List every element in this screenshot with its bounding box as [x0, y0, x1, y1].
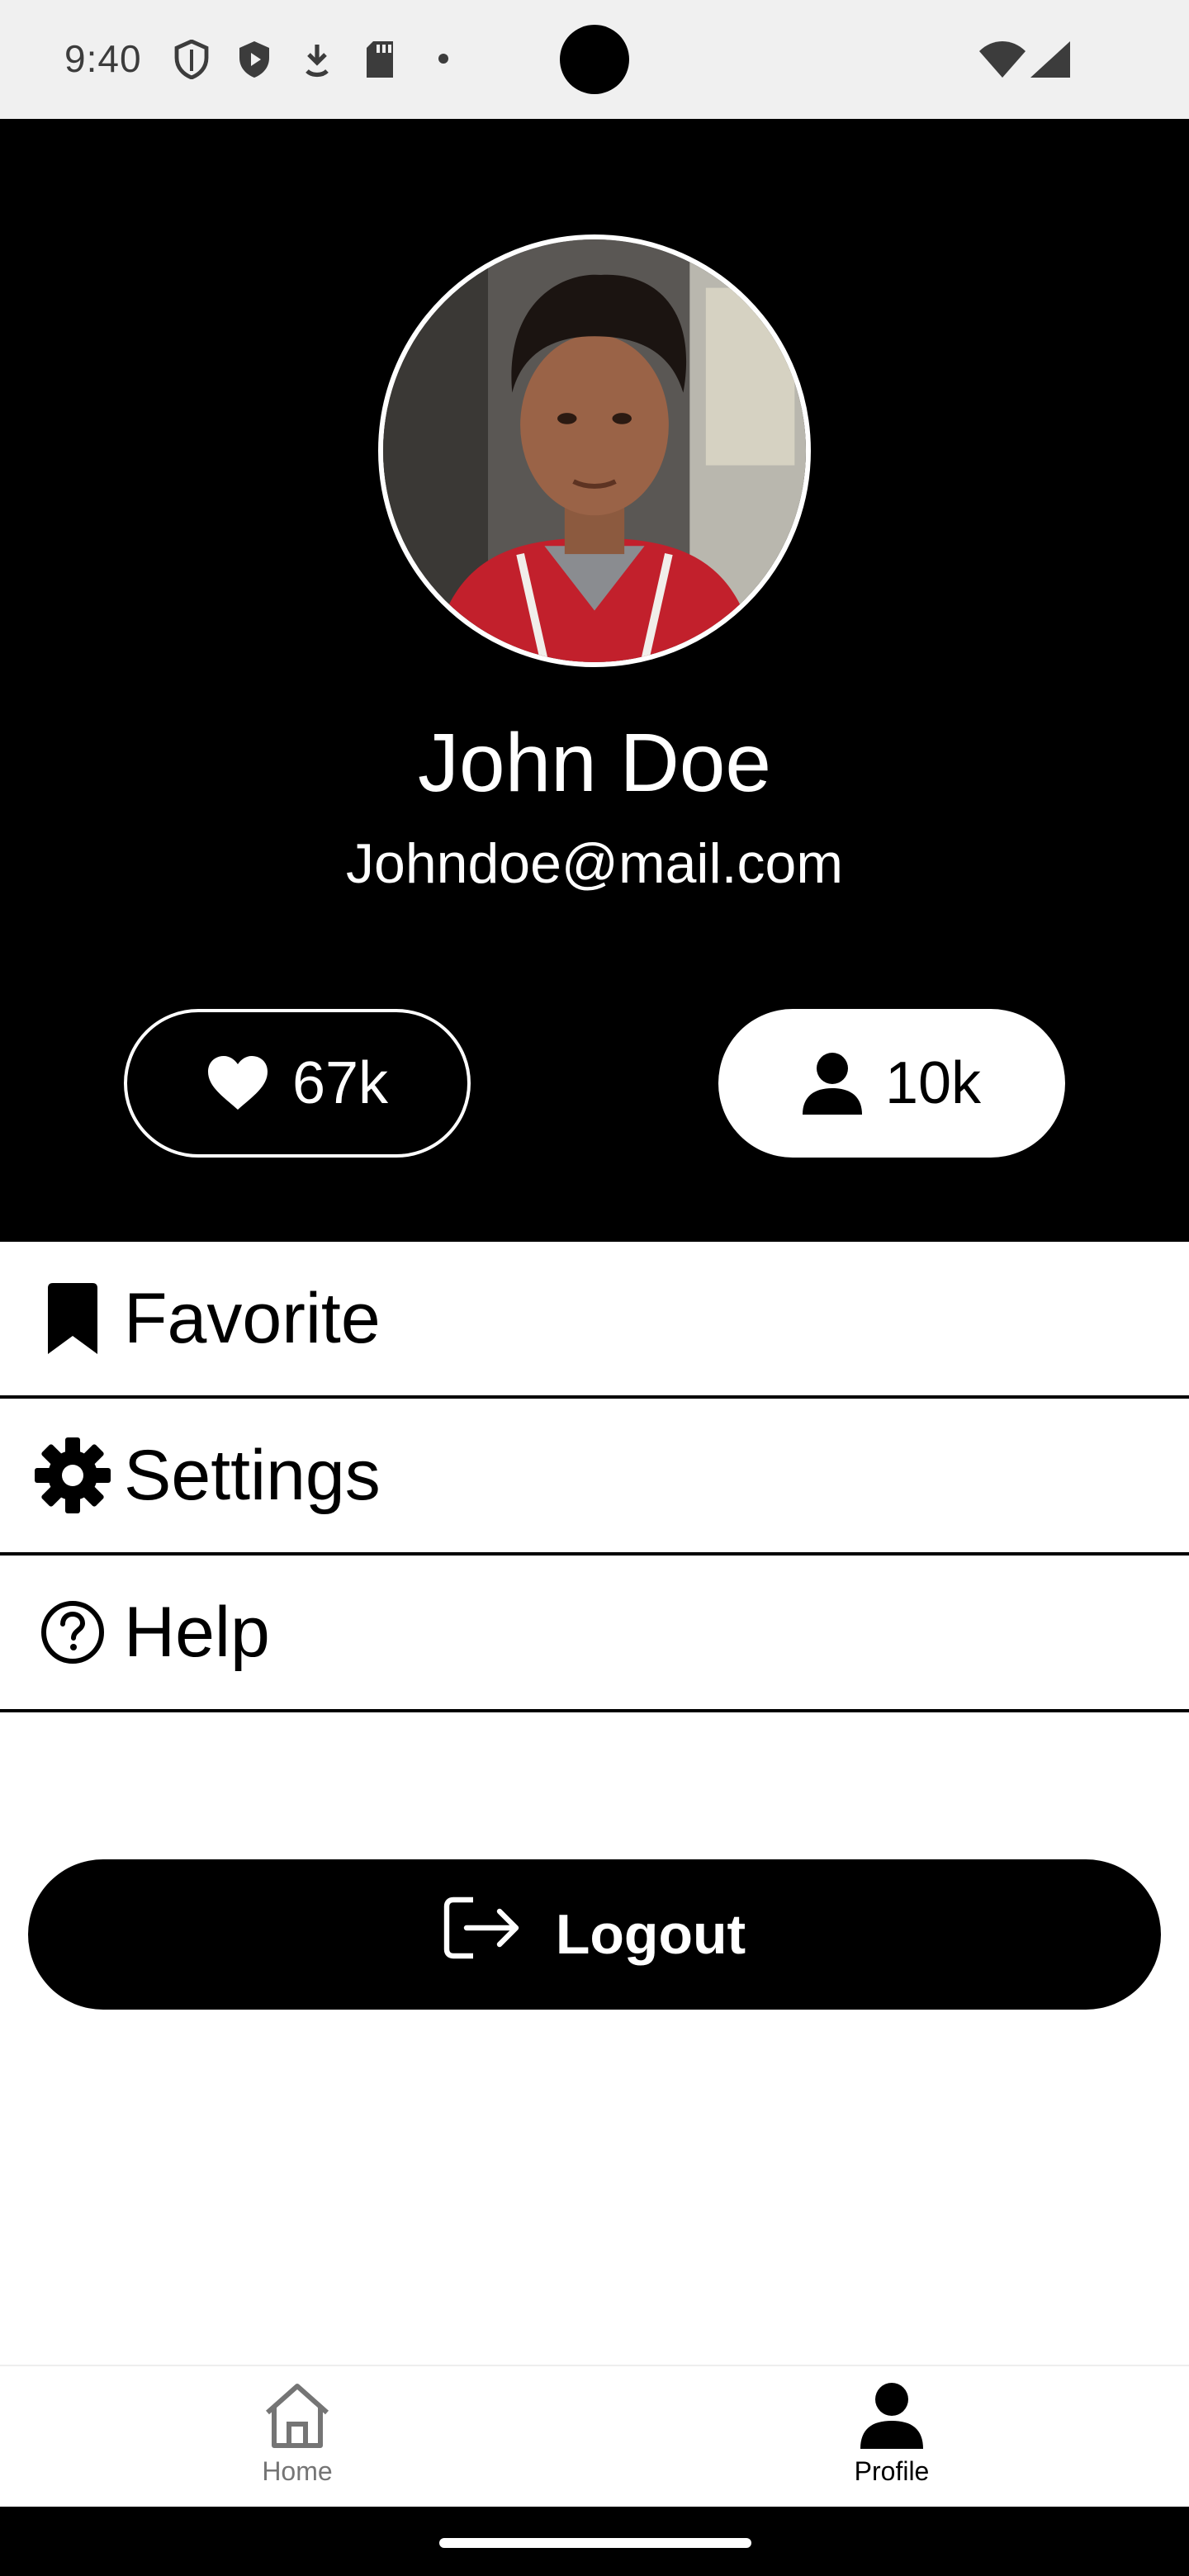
user-name: John Doe — [417, 717, 772, 809]
nav-label-home: Home — [262, 2456, 333, 2486]
play-protect-icon — [236, 40, 272, 83]
download-icon — [301, 40, 334, 83]
status-bar: 9:40 — [0, 0, 1189, 119]
logout-button[interactable]: Logout — [28, 1859, 1161, 2010]
shield-icon — [173, 39, 210, 83]
bottom-navigation: Home Profile — [0, 2365, 1189, 2507]
menu-item-label: Help — [124, 1593, 270, 1672]
likes-count: 67k — [291, 1050, 389, 1116]
status-time: 9:40 — [64, 37, 142, 80]
profile-header: John Doe Johndoe@mail.com 67k 10k — [0, 119, 1189, 1242]
person-icon — [860, 2383, 923, 2453]
avatar-photo — [383, 239, 806, 662]
nav-item-profile[interactable]: Profile — [594, 2366, 1189, 2508]
menu-item-help[interactable]: Help — [0, 1556, 1189, 1712]
followers-stat-button[interactable]: 10k — [718, 1009, 1065, 1158]
cellular-signal-icon — [1030, 41, 1070, 82]
person-icon — [802, 1052, 862, 1115]
logout-icon — [443, 1896, 523, 1972]
notification-dot-icon — [438, 53, 449, 69]
wifi-icon — [979, 41, 1026, 82]
likes-stat-button[interactable]: 67k — [124, 1009, 471, 1158]
bookmark-icon — [33, 1279, 112, 1358]
user-email: Johndoe@mail.com — [346, 832, 843, 895]
gesture-handle[interactable] — [439, 2538, 751, 2548]
profile-screen: 9:40 John Doe Johndoe@mail.com 67k 10k F… — [0, 0, 1189, 2576]
menu-item-favorite[interactable]: Favorite — [0, 1242, 1189, 1399]
heart-icon — [206, 1055, 269, 1111]
nav-label-profile: Profile — [854, 2456, 930, 2486]
sd-card-icon — [363, 40, 396, 83]
gear-icon — [33, 1436, 112, 1515]
home-icon — [263, 2383, 332, 2453]
avatar[interactable] — [378, 234, 811, 667]
nav-item-home[interactable]: Home — [0, 2366, 594, 2508]
followers-count: 10k — [884, 1050, 982, 1116]
menu-item-label: Settings — [124, 1436, 381, 1515]
menu-item-label: Favorite — [124, 1279, 381, 1358]
menu-item-settings[interactable]: Settings — [0, 1399, 1189, 1556]
gesture-navigation-area — [0, 2507, 1189, 2576]
logout-label: Logout — [555, 1903, 746, 1966]
help-circle-icon — [33, 1593, 112, 1672]
camera-cutout — [560, 25, 629, 94]
profile-menu: Favorite Settings Help — [0, 1242, 1189, 1712]
